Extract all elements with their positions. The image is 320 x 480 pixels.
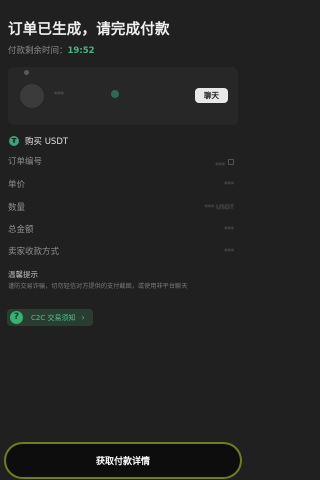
detail-label: 总金额 — [8, 225, 34, 235]
chat-button[interactable]: 聊天 — [195, 88, 228, 103]
usdt-icon: ₮ — [9, 136, 19, 146]
quantity-value: *** USDT — [204, 203, 234, 211]
payment-method-row: 卖家收款方式 *** — [8, 245, 234, 257]
copy-icon[interactable] — [228, 159, 234, 165]
merchant-card: *** 聊天 — [8, 67, 238, 125]
total-amount-row: 总金额 *** — [8, 223, 234, 235]
detail-label: 订单编号 — [8, 157, 43, 167]
cta-highlight: 获取付款详情 — [4, 442, 242, 479]
verified-icon — [111, 90, 119, 98]
page-title: 订单已生成，请完成付款 — [8, 22, 170, 38]
order-number-group[interactable]: *** — [215, 152, 234, 171]
c2c-notice-button[interactable]: ? C2C 交易须知 › — [7, 309, 93, 326]
question-icon: ? — [10, 311, 23, 324]
unit-price-value: *** — [224, 180, 234, 188]
merchant-avatar — [20, 84, 44, 108]
tips-title: 温馨提示 — [8, 270, 38, 279]
detail-label: 卖家收款方式 — [8, 247, 60, 257]
detail-label: 数量 — [8, 203, 26, 213]
total-amount-value: *** — [224, 225, 234, 233]
get-payment-details-button[interactable]: 获取付款详情 — [6, 444, 240, 477]
chevron-right-icon: › — [81, 313, 85, 322]
buy-label: 购买 USDT — [25, 137, 69, 147]
merchant-name: *** — [54, 90, 64, 98]
online-status-icon — [24, 70, 29, 75]
timer-value: 19:52 — [67, 46, 95, 56]
quantity-row: 数量 *** USDT — [8, 201, 234, 213]
payment-method-value: *** — [224, 247, 234, 255]
tips-text: 谨防交易诈骗，切勿轻信对方提供的支付截图，或使用非平台聊天 — [8, 283, 188, 290]
unit-price-row: 单价 *** — [8, 178, 234, 190]
order-number-row: 订单编号 *** — [8, 155, 234, 169]
buy-row: ₮ 购买 USDT — [9, 135, 68, 147]
payment-timer: 付款剩余时间：19:52 — [8, 44, 95, 56]
order-number-value: *** — [215, 160, 225, 169]
detail-label: 单价 — [8, 180, 26, 190]
c2c-notice-label: C2C 交易须知 — [31, 313, 76, 322]
timer-label: 付款剩余时间： — [8, 46, 68, 56]
